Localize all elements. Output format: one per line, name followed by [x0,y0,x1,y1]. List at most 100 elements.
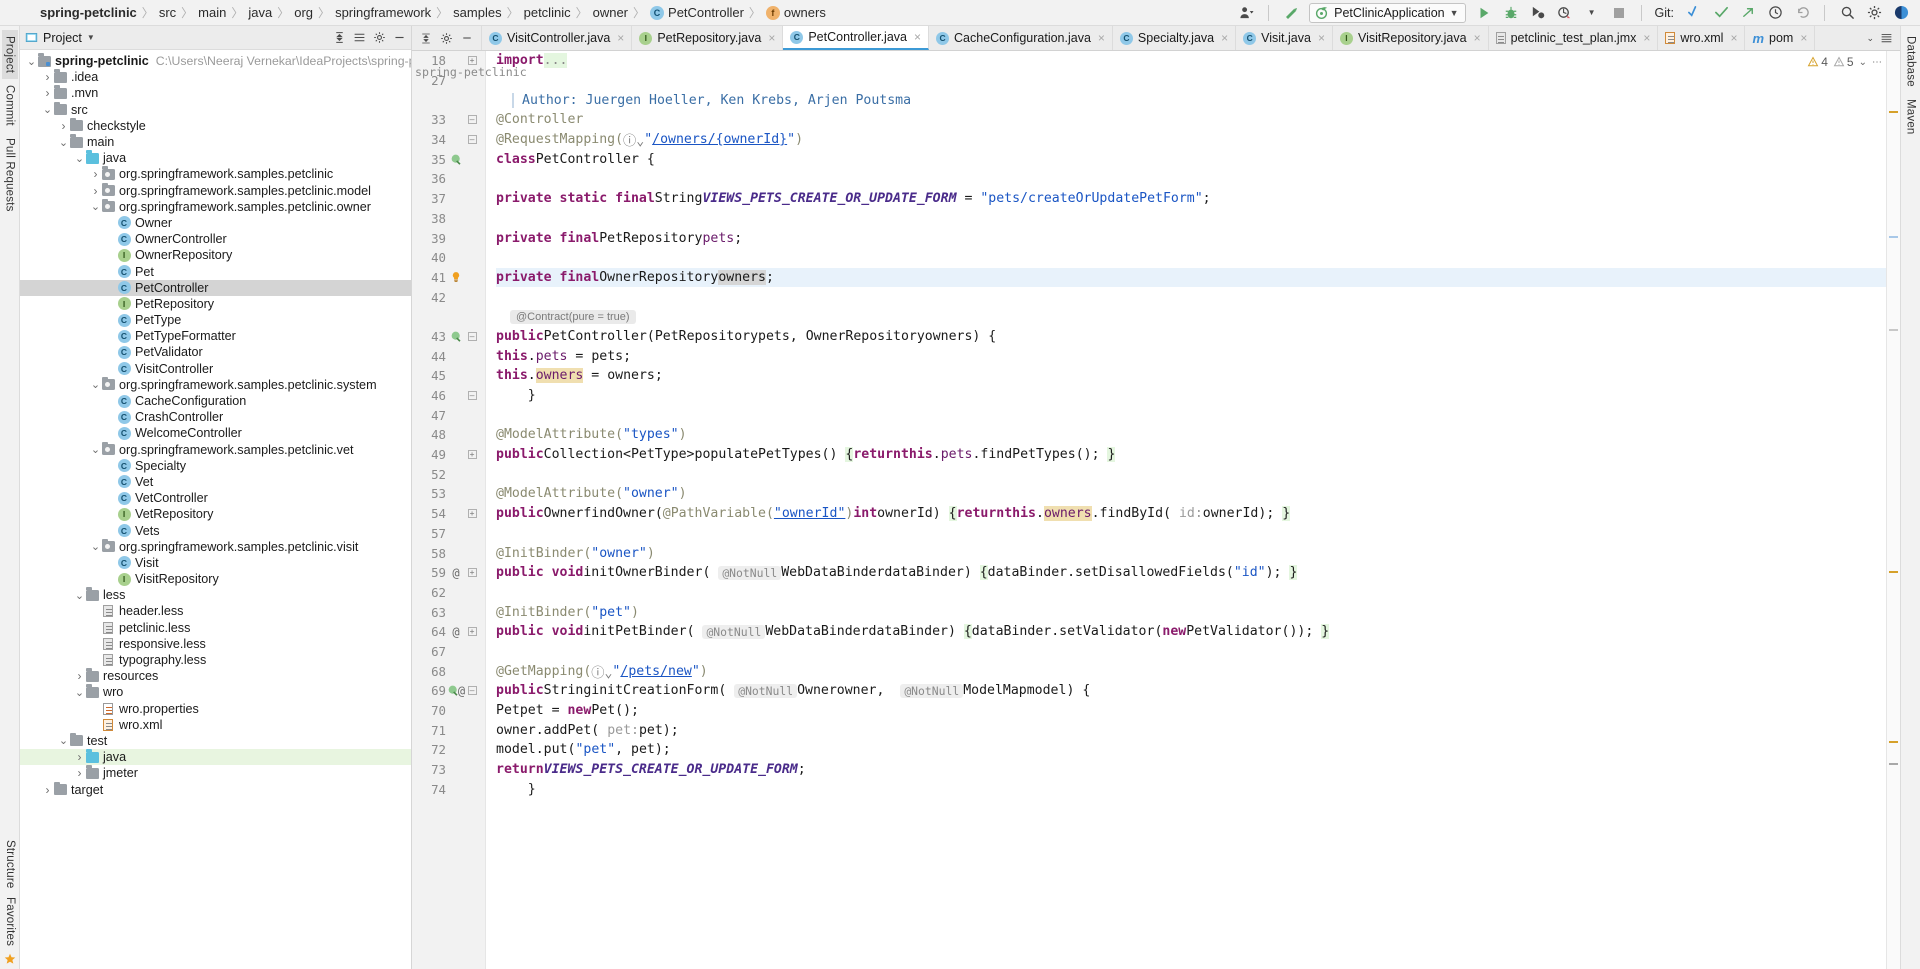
close-icon[interactable]: × [1098,31,1105,45]
breadcrumb-item[interactable]: spring-petclinic [40,5,137,20]
chevron-down-icon[interactable]: ⌄ [42,104,53,116]
profiler-icon[interactable] [1556,4,1574,22]
chevron-down-icon[interactable]: ⌄ [58,137,69,149]
editor-tab[interactable]: petclinic_test_plan.jmx × [1488,26,1659,50]
close-icon[interactable]: × [1474,31,1481,45]
sidebar-item-commit[interactable]: Commit [2,79,18,132]
close-icon[interactable]: × [768,31,775,45]
sidebar-item-project[interactable]: Project [1,30,18,80]
code-line[interactable]: class PetController { [496,149,1886,169]
sidebar-item-pull-requests[interactable]: Pull Requests [2,132,18,218]
fold-toggle-icon[interactable]: + [466,56,478,66]
gutter-line[interactable]: 71 [412,720,485,740]
tree-node[interactable]: ⌄ main [20,134,411,150]
tree-node[interactable]: C VetController [20,490,411,506]
gutter-line[interactable] [412,90,485,110]
breadcrumb-item[interactable]: samples [453,5,501,20]
chevron-right-icon[interactable]: › [58,119,69,133]
code-line[interactable]: public void initPetBinder( @NotNull WebD… [496,622,1886,642]
bookmark-star-icon[interactable] [4,953,16,965]
run-with-coverage-icon[interactable] [1529,4,1547,22]
gutter-line[interactable]: 72 [412,740,485,760]
list-icon[interactable] [1880,32,1893,45]
code-line[interactable]: Author: Juergen Hoeller, Ken Krebs, Arje… [496,90,1886,110]
code-line[interactable]: @Controller [496,110,1886,130]
code-line[interactable]: @RequestMapping(ⓘ⌄ "/owners/{ownerId} ") [496,130,1886,150]
breadcrumb-item[interactable]: C PetController [650,5,744,20]
tree-node[interactable]: C PetType [20,312,411,328]
code-line[interactable]: public String initCreationForm( @NotNull… [496,681,1886,701]
tree-node[interactable]: responsive.less [20,636,411,652]
editor-tab[interactable]: C CacheConfiguration.java × [929,26,1113,50]
fold-toggle-icon[interactable]: + [466,509,478,519]
code-line[interactable] [496,209,1886,229]
code-line[interactable]: return VIEWS_PETS_CREATE_OR_UPDATE_FORM; [496,760,1886,780]
code-line[interactable]: Pet pet = new Pet (); [496,701,1886,721]
close-icon[interactable]: × [914,30,921,44]
run-configuration-selector[interactable]: PetClinicApplication ▼ [1309,2,1466,23]
tree-node[interactable]: ⌄ org.springframework.samples.petclinic.s… [20,376,411,393]
code-line[interactable] [496,405,1886,425]
gutter-line[interactable]: 33 – [412,110,485,130]
stripe-mark[interactable] [1889,236,1898,238]
gutter-line[interactable]: 46 – [412,386,485,406]
gutter-line[interactable]: 41 [412,268,485,288]
tree-node[interactable]: I OwnerRepository [20,247,411,263]
code-line[interactable] [496,464,1886,484]
gutter-line[interactable]: 37 [412,189,485,209]
editor-tab[interactable]: C Visit.java × [1236,26,1333,50]
editor-tab[interactable]: C PetController.java × [783,26,930,50]
chevron-right-icon[interactable]: › [74,766,85,780]
chevron-down-icon[interactable]: ⌄ [1866,33,1874,44]
close-icon[interactable]: × [1643,31,1650,45]
tree-node[interactable]: I VetRepository [20,506,411,522]
chevron-right-icon[interactable]: › [74,669,85,683]
tree-node[interactable]: wro.properties [20,701,411,717]
gutter-mark[interactable]: @ [446,684,466,698]
tree-node[interactable]: C Owner [20,215,411,231]
editor-tab[interactable]: I PetRepository.java × [632,26,784,50]
tree-node[interactable]: ⌄ src [20,101,411,118]
sidebar-item-database[interactable]: Database [1903,30,1919,93]
tree-node[interactable]: › resources [20,668,411,684]
tree-node[interactable]: › target [20,781,411,797]
chevron-right-icon[interactable]: › [90,184,101,198]
gutter-line[interactable]: 43 – [412,327,485,347]
tree-node[interactable]: header.less [20,603,411,619]
gutter-mark[interactable] [446,271,466,283]
tree-node[interactable]: C CacheConfiguration [20,393,411,409]
chevron-down-icon[interactable]: ⌄ [90,379,101,391]
stripe-mark[interactable] [1889,329,1898,331]
tree-node[interactable]: C Visit [20,555,411,571]
code-line[interactable] [496,71,1886,91]
tree-node[interactable]: C PetValidator [20,344,411,360]
code-line[interactable]: import ... [496,51,1886,71]
tree-node[interactable]: C Vet [20,474,411,490]
editor-tab[interactable]: I VisitRepository.java × [1332,26,1489,50]
tree-node[interactable]: C PetTypeFormatter [20,328,411,344]
chevron-right-icon[interactable]: › [74,750,85,764]
gutter-line[interactable]: 62 [412,583,485,603]
settings-icon[interactable] [440,32,453,45]
tree-node[interactable]: C Specialty [20,458,411,474]
fold-toggle-icon[interactable]: – [466,115,478,125]
gutter-line[interactable]: 39 [412,228,485,248]
gutter-mark[interactable]: @ [446,625,466,639]
tree-node[interactable]: C VisitController [20,361,411,377]
gutter-line[interactable]: 70 [412,701,485,721]
editor-gutter[interactable]: 18 +27 33–34–35 36 37 38 39 40 41 42 43–44 45 46–47 4… [412,51,527,969]
commit-icon[interactable] [1712,4,1730,22]
code-line[interactable]: @InitBinder("owner") [496,543,1886,563]
fold-toggle-icon[interactable]: – [466,135,478,145]
tree-node[interactable]: typography.less [20,652,411,668]
project-file-tree[interactable]: ⌄ spring-petclinic C:\Users\Neeraj Verneka… [20,50,411,969]
breadcrumb-item[interactable]: java [248,5,272,20]
fold-toggle-icon[interactable]: – [466,391,478,401]
editor-tab[interactable]: m pom × [1745,26,1816,50]
sidebar-item-maven[interactable]: Maven [1903,93,1919,141]
fold-toggle-icon[interactable]: – [466,331,478,341]
chevron-down-icon[interactable]: ⌄ [90,444,101,456]
chevron-down-icon[interactable]: ⌄ [1859,57,1867,68]
code-line[interactable]: private static final String VIEWS_PETS_C… [496,189,1886,209]
code-line[interactable]: public Collection<PetType> populatePetTy… [496,445,1886,465]
